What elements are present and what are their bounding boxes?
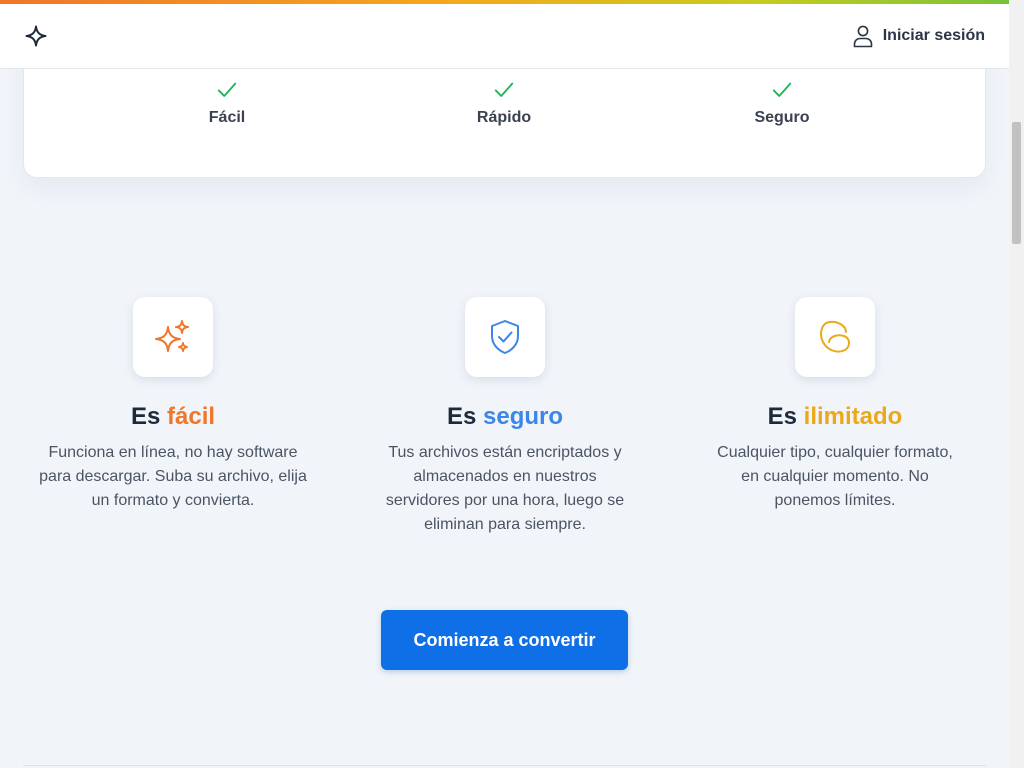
page-viewport: Fácil Rápido Seguro Iniciar sesión Es fá… — [0, 0, 1009, 768]
benefit-title: Es ilimitado — [767, 403, 903, 430]
feature-label: Fácil — [208, 109, 246, 126]
benefit-easy: Es fácil Funciona en línea, no hay softw… — [38, 297, 308, 513]
benefit-icon-box — [133, 297, 213, 377]
check-icon — [494, 82, 514, 97]
check-icon — [217, 82, 237, 97]
benefit-description: Cualquier tipo, cualquier formato, en cu… — [717, 444, 953, 509]
feature-label: Seguro — [754, 109, 810, 126]
section-divider — [23, 765, 986, 766]
benefit-title: Es fácil — [130, 403, 216, 430]
user-icon — [853, 25, 873, 48]
sparkles-icon — [155, 320, 189, 352]
page-scrollbar[interactable] — [1009, 0, 1024, 768]
benefit-unlimited: Es ilimitado Cualquier tipo, cualquier f… — [710, 297, 960, 513]
feature-seguro: Seguro — [702, 79, 862, 127]
sparkle-star-icon[interactable] — [24, 24, 48, 48]
site-header: Iniciar sesión — [0, 4, 1009, 69]
login-label: Iniciar sesión — [882, 27, 985, 44]
benefit-icon-box — [465, 297, 545, 377]
login-button[interactable]: Iniciar sesión — [852, 24, 985, 48]
feature-rapido: Rápido — [424, 79, 584, 127]
shield-check-icon — [491, 320, 519, 354]
benefit-icon-box — [795, 297, 875, 377]
benefit-title: Es seguro — [446, 403, 564, 430]
infinity-loop-icon — [820, 320, 850, 353]
start-converting-button[interactable]: Comienza a convertir — [381, 610, 628, 670]
scrollbar-thumb[interactable] — [1012, 122, 1021, 244]
brand-gradient-strip — [0, 0, 1009, 4]
benefit-description: Tus archivos están encriptados y almacen… — [385, 444, 625, 533]
feature-facil: Fácil — [147, 79, 307, 127]
benefit-description: Funciona en línea, no hay software para … — [39, 444, 307, 509]
benefit-secure: Es seguro Tus archivos están encriptados… — [378, 297, 632, 537]
feature-label: Rápido — [476, 109, 532, 126]
check-icon — [772, 82, 792, 97]
